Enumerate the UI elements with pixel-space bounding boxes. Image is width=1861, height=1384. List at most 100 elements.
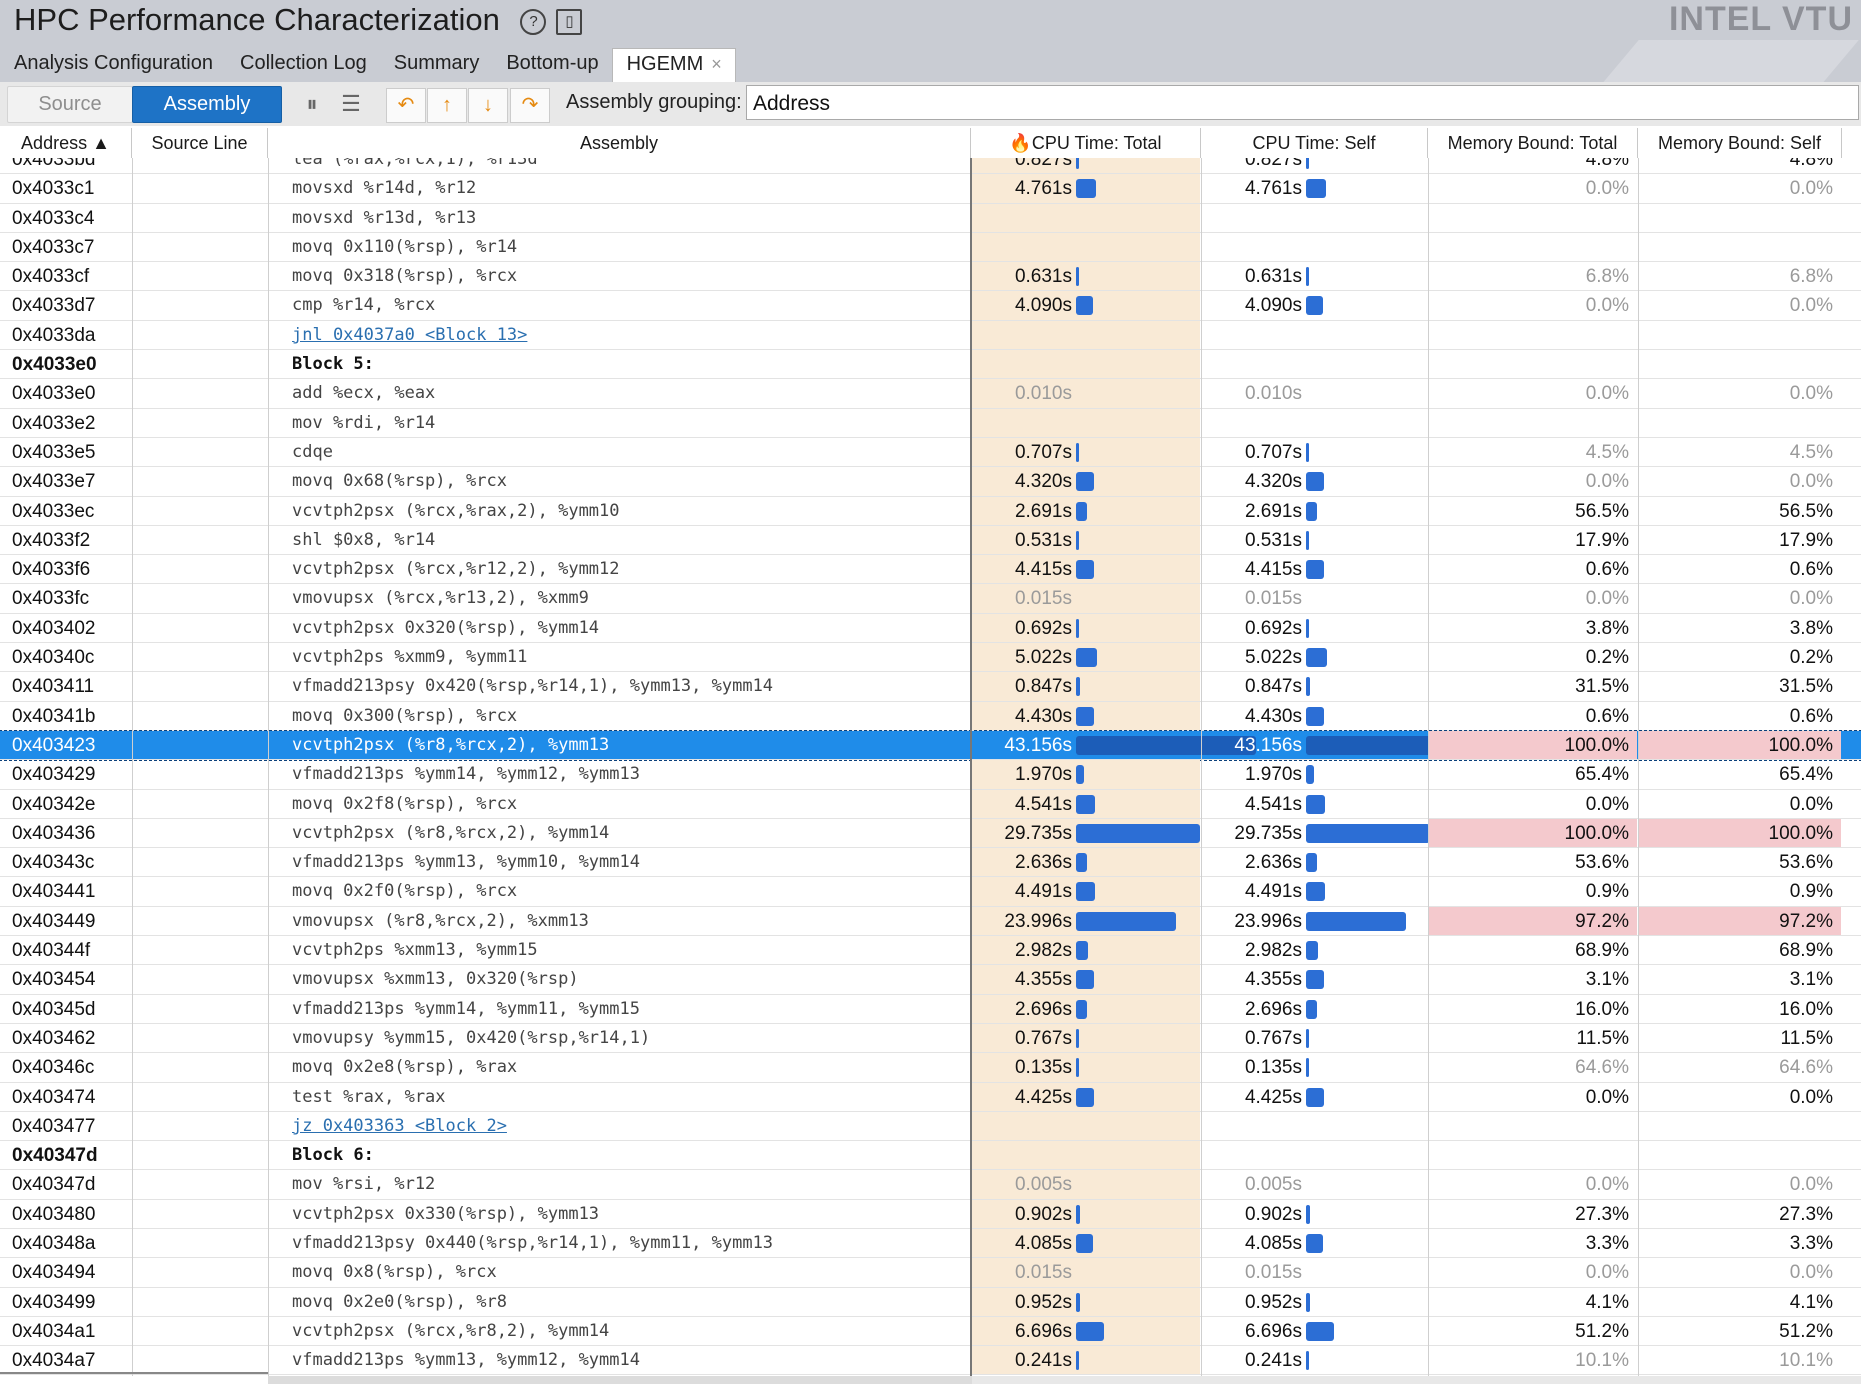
assembly-cell: vfmadd213ps %ymm13, %ymm12, %ymm14 (292, 1350, 640, 1371)
memory-bound-total-cell: 4.1% (1585, 1291, 1629, 1313)
memory-bound-self-cell: 68.9% (1779, 940, 1833, 962)
memory-bound-total-cell: 17.9% (1575, 529, 1629, 551)
cpu-self-cell: 4.355s (1202, 965, 1428, 993)
columns-split-icon[interactable]: ⏸ (297, 89, 327, 119)
table-row[interactable]: 0x403477 jz 0x403363 <Block 2> (0, 1111, 1861, 1142)
memory-bound-total-cell (1429, 233, 1637, 261)
hotspot-down-icon[interactable]: ↓ (468, 88, 508, 123)
column-header-cpu-self[interactable]: CPU Time: Self (1201, 128, 1428, 158)
hotspot-next-icon[interactable]: ↷ (510, 88, 550, 123)
rows-split-icon[interactable]: ☰ (336, 89, 366, 119)
tab-hgemm[interactable]: HGEMM × (611, 48, 736, 83)
horizontal-scrollbar-left[interactable] (0, 1372, 268, 1374)
table-row[interactable]: 0x4033f6 vcvtph2psx (%rcx,%r12,2), %ymm12… (0, 555, 1861, 585)
table-row[interactable]: 0x4033c7 movq 0x110(%rsp), %r14 (0, 232, 1861, 263)
table-row[interactable]: 0x4033da jnl 0x4037a0 <Block 13> (0, 320, 1861, 351)
address-cell: 0x40342e (12, 793, 96, 815)
address-cell: 0x40347d (12, 1145, 98, 1167)
column-header-cpu-total[interactable]: 🔥CPU Time: Total (971, 128, 1201, 158)
table-row[interactable]: 0x4033e0 Block 5: (0, 350, 1861, 380)
table-row[interactable]: 0x4033e2 mov %rdi, %r14 (0, 408, 1861, 438)
table-row[interactable]: 0x4033e7 movq 0x68(%rsp), %rcx 4.320s 4.320… (0, 467, 1861, 497)
cpu-self-cell: 4.425s (1202, 1083, 1428, 1111)
table-row[interactable]: 0x40348a vfmadd213psy 0x440(%rsp,%r14,1),… (0, 1228, 1861, 1259)
cpu-self-value: 2.636s (1244, 852, 1302, 874)
tab-analysis-configuration[interactable]: Analysis Configuration (0, 48, 226, 82)
table-row[interactable]: 0x4033c4 movsxd %r13d, %r13 (0, 203, 1861, 233)
cpu-total-value: 0.631s (1014, 266, 1072, 288)
table-row[interactable]: 0x40340c vcvtph2ps %xmm9, %ymm11 5.022s 5.0… (0, 643, 1861, 673)
table-row[interactable]: 0x403402 vcvtph2psx 0x320(%rsp), %ymm14 0.… (0, 613, 1861, 644)
table-row[interactable]: 0x40347d Block 6: (0, 1141, 1861, 1171)
assembly-cell: movsxd %r14d, %r12 (292, 178, 477, 199)
cpu-self-cell: 2.691s (1202, 497, 1428, 525)
table-row[interactable]: 0x4033f2 shl $0x8, %r14 0.531s 0.531s 17.9% 1… (0, 525, 1861, 556)
table-row[interactable]: 0x403441 movq 0x2f0(%rsp), %rcx 4.491s 4.49… (0, 877, 1861, 907)
hotspot-prev-icon[interactable]: ↶ (386, 88, 426, 123)
table-row[interactable]: 0x403449 vmovupsx (%r8,%rcx,2), %xmm13 23.… (0, 906, 1861, 937)
column-header-source-line[interactable]: Source Line (132, 128, 268, 158)
column-divider (268, 158, 269, 1376)
table-row[interactable]: 0x4034a7 vfmadd213ps %ymm13, %ymm12, %ymm… (0, 1346, 1861, 1376)
tab-collection-log[interactable]: Collection Log (226, 48, 380, 82)
column-header-memory-self[interactable]: Memory Bound: Self (1638, 128, 1842, 158)
table-row[interactable]: 0x403462 vmovupsy %ymm15, 0x420(%rsp,%r14… (0, 1023, 1861, 1054)
table-row[interactable]: 0x4033e5 cdqe 0.707s 0.707s 4.5% 4.5% (0, 437, 1861, 468)
table-row[interactable]: 0x40346c movq 0x2e8(%rsp), %rax 0.135s 0.13… (0, 1053, 1861, 1083)
book-icon[interactable]: ▯ (556, 8, 583, 35)
source-line-cell (132, 321, 266, 349)
table-row[interactable]: 0x403499 movq 0x2e0(%rsp), %r8 0.952s 0.952… (0, 1287, 1861, 1317)
table-row[interactable]: 0x403494 movq 0x8(%rsp), %rcx 0.015s 0.015s… (0, 1258, 1861, 1288)
source-button[interactable]: Source (7, 86, 133, 123)
cpu-total-cell: 0.631s (972, 262, 1200, 291)
table-row[interactable]: 0x403436 vcvtph2psx (%r8,%rcx,2), %ymm14 2… (0, 818, 1861, 849)
table-row[interactable]: 0x403423 vcvtph2psx (%r8,%rcx,2), %ymm13 4… (0, 729, 1861, 762)
table-row[interactable]: 0x4033ec vcvtph2psx (%rcx,%rax,2), %ymm10… (0, 496, 1861, 526)
tab-bottom-up[interactable]: Bottom-up (492, 48, 611, 82)
cpu-time-bar (1076, 823, 1200, 843)
cpu-time-bar (1306, 677, 1310, 697)
close-icon[interactable]: × (711, 54, 722, 74)
cpu-total-cell: 43.156s (972, 730, 1256, 760)
table-row[interactable]: 0x403480 vcvtph2psx 0x330(%rsp), %ymm13 0.… (0, 1199, 1861, 1229)
table-row[interactable]: 0x4033bd lea (%rax,%rcx,1), %r13d 0.827s 0.… (0, 158, 1861, 175)
horizontal-scrollbar-metrics[interactable] (972, 1376, 1861, 1384)
table-row[interactable]: 0x40345d vfmadd213ps %ymm14, %ymm11, %ymm… (0, 994, 1861, 1024)
table-row[interactable]: 0x40341b movq 0x300(%rsp), %rcx 4.430s 4.43… (0, 701, 1861, 731)
cpu-self-value: 2.691s (1244, 500, 1302, 522)
assembly-grouping-select[interactable]: Address (746, 85, 1859, 120)
table-row[interactable]: 0x40343c vfmadd213ps %ymm13, %ymm10, %ymm… (0, 848, 1861, 878)
cpu-time-bar (1076, 442, 1079, 462)
jump-target-link[interactable]: jnl 0x4037a0 <Block 13> (292, 321, 968, 349)
table-row[interactable]: 0x4033cf movq 0x318(%rsp), %rcx 0.631s 0.63… (0, 262, 1861, 292)
table-row[interactable]: 0x403454 vmovupsx %xmm13, 0x320(%rsp) 4.35… (0, 965, 1861, 995)
column-header-address[interactable]: Address ▲ (0, 128, 132, 158)
jump-target-link[interactable]: jz 0x403363 <Block 2> (292, 1112, 968, 1140)
cpu-total-cell: 23.996s (972, 906, 1200, 936)
table-row[interactable]: 0x4034a1 vcvtph2psx (%rcx,%r8,2), %ymm14 6… (0, 1316, 1861, 1347)
table-row[interactable]: 0x4033d7 cmp %r14, %rcx 4.090s 4.090s 0.0% 0.… (0, 291, 1861, 321)
table-row[interactable]: 0x40347d mov %rsi, %r12 0.005s 0.005s 0.0% 0.… (0, 1170, 1861, 1200)
cpu-time-bar (1076, 158, 1079, 169)
table-row[interactable]: 0x403474 test %rax, %rax 4.425s 4.425s 0.0% 0… (0, 1082, 1861, 1112)
table-row[interactable]: 0x4033c1 movsxd %r14d, %r12 4.761s 4.761s 0.… (0, 174, 1861, 204)
hotspot-up-icon[interactable]: ↑ (427, 88, 467, 123)
table-row[interactable]: 0x403429 vfmadd213ps %ymm14, %ymm12, %ymm… (0, 760, 1861, 790)
table-row[interactable]: 0x403411 vfmadd213psy 0x420(%rsp,%r14,1),… (0, 672, 1861, 702)
brand-shape (1563, 40, 1859, 82)
horizontal-scrollbar-assembly[interactable] (268, 1376, 972, 1384)
column-header-assembly[interactable]: Assembly (268, 128, 971, 158)
table-row[interactable]: 0x40342e movq 0x2f8(%rsp), %rcx 4.541s 4.54… (0, 789, 1861, 819)
table-row[interactable]: 0x4033fc vmovupsx (%rcx,%r13,2), %xmm9 0.0… (0, 584, 1861, 614)
table-row[interactable]: 0x40344f vcvtph2ps %xmm13, %ymm15 2.982s 2.… (0, 936, 1861, 966)
source-line-cell (132, 262, 266, 290)
cpu-time-bar (1076, 1233, 1093, 1253)
assembly-button[interactable]: Assembly (132, 86, 282, 123)
column-header-memory-total[interactable]: Memory Bound: Total (1428, 128, 1638, 158)
help-circle-icon[interactable]: ? (520, 8, 547, 35)
tab-summary[interactable]: Summary (380, 48, 493, 82)
table-row[interactable]: 0x4033e0 add %ecx, %eax 0.010s 0.010s 0.0% 0.… (0, 379, 1861, 409)
cpu-total-value: 0.005s (1014, 1174, 1072, 1196)
cpu-total-value: 0.531s (1014, 529, 1072, 551)
cpu-self-value: 43.156s (1234, 734, 1302, 756)
